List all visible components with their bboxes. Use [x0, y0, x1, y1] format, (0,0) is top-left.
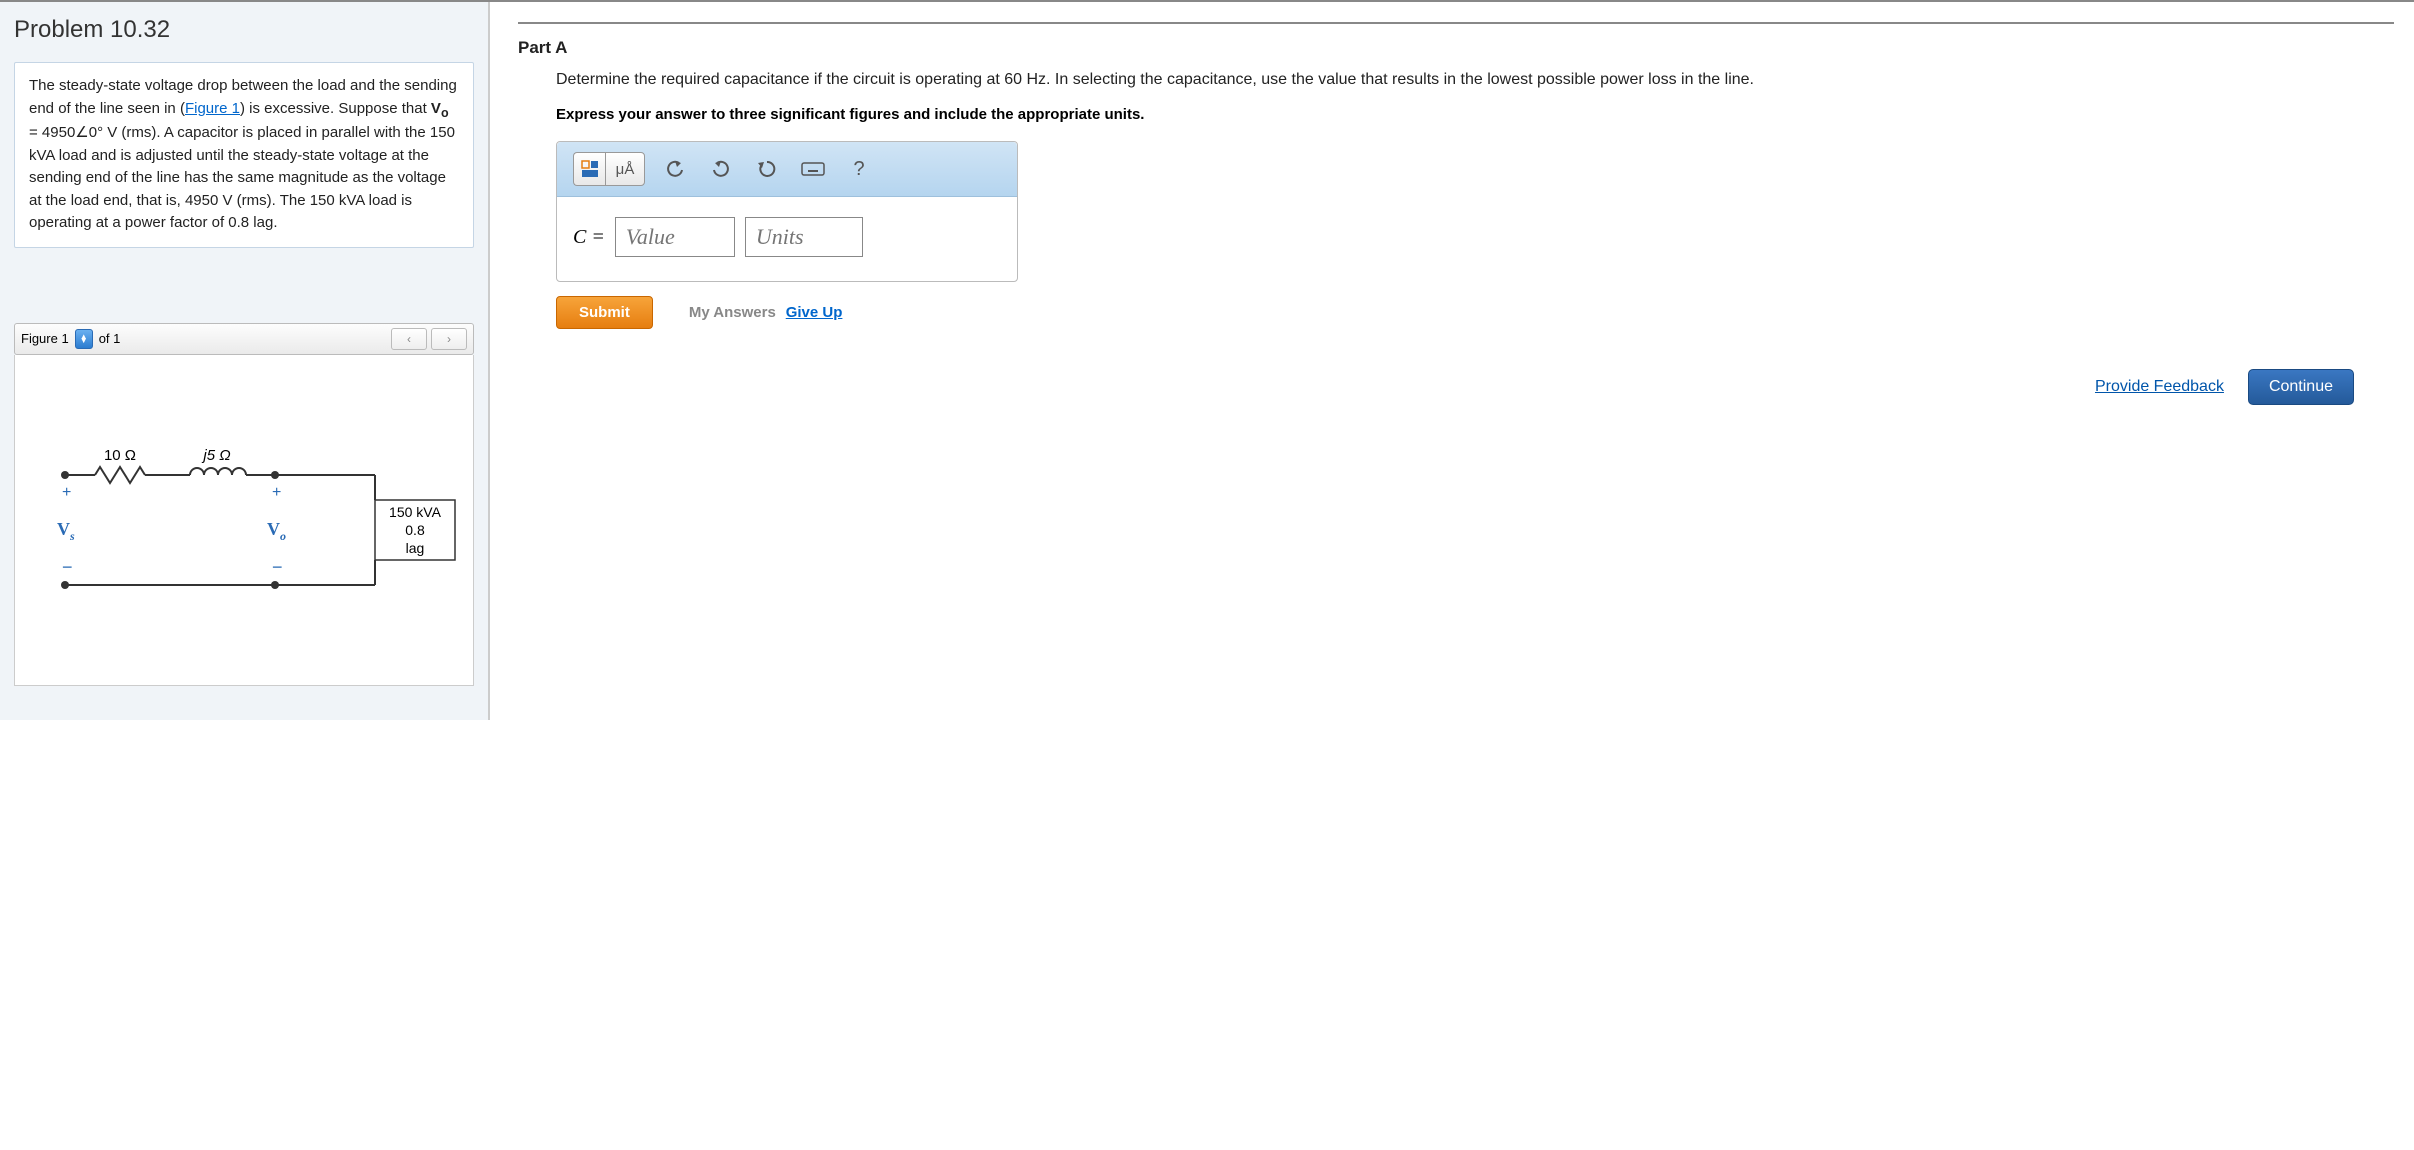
- vo-eq: = 4950∠0° V (rms): [29, 124, 156, 141]
- undo-icon[interactable]: [659, 153, 691, 185]
- part-a-question: Determine the required capacitance if th…: [556, 68, 2394, 92]
- divider: [518, 22, 2394, 24]
- figure-link[interactable]: Figure 1: [185, 100, 240, 117]
- answer-input-row: C =: [557, 197, 1017, 281]
- vo-label: Vo: [267, 519, 286, 543]
- figure-toolbar: Figure 1 ▲▼ of 1 ‹ ›: [14, 323, 474, 355]
- load-kva: 150 kVA: [389, 504, 442, 520]
- part-a-instruction: Express your answer to three significant…: [556, 106, 2394, 123]
- continue-button[interactable]: Continue: [2248, 369, 2354, 405]
- problem-title: Problem 10.32: [14, 16, 474, 44]
- load-lag: lag: [406, 540, 425, 556]
- reset-icon[interactable]: [751, 153, 783, 185]
- keyboard-icon[interactable]: [797, 153, 829, 185]
- figure-area: 150 kVA 0.8 lag 10 Ω j5 Ω + Vs − + Vo −: [14, 355, 474, 686]
- svg-text:+: +: [62, 484, 71, 501]
- variable-label: C =: [573, 226, 605, 249]
- left-panel: Problem 10.32 The steady-state voltage d…: [0, 2, 490, 720]
- right-panel: Part A Determine the required capacitanc…: [490, 2, 2414, 720]
- part-a-title: Part A: [518, 38, 2394, 58]
- vo-expr: V: [431, 100, 441, 117]
- figure-of-text: of 1: [99, 331, 121, 346]
- circuit-diagram: 150 kVA 0.8 lag 10 Ω j5 Ω + Vs − + Vo −: [25, 445, 465, 605]
- problem-statement: The steady-state voltage drop between th…: [14, 62, 474, 248]
- footer-row: Provide Feedback Continue: [518, 369, 2394, 405]
- resistor-label: 10 Ω: [104, 447, 136, 464]
- figure-stepper[interactable]: ▲▼: [75, 329, 93, 349]
- svg-text:+: +: [272, 484, 281, 501]
- submit-button[interactable]: Submit: [556, 296, 653, 329]
- load-pf: 0.8: [405, 522, 425, 538]
- units-input[interactable]: [745, 217, 863, 257]
- give-up-link[interactable]: Give Up: [786, 304, 843, 321]
- inductor-label: j5 Ω: [201, 447, 230, 464]
- svg-text:−: −: [272, 557, 283, 577]
- units-button[interactable]: μÅ: [605, 152, 645, 186]
- redo-icon[interactable]: [705, 153, 737, 185]
- my-answers-label: My Answers: [689, 304, 776, 321]
- vs-label: Vs: [57, 519, 75, 543]
- provide-feedback-link[interactable]: Provide Feedback: [2095, 378, 2224, 396]
- template-icon[interactable]: [573, 152, 605, 186]
- answer-toolbar: μÅ ?: [557, 142, 1017, 197]
- vo-sub: o: [441, 106, 449, 120]
- figure-prev-button[interactable]: ‹: [391, 328, 427, 350]
- problem-text-mid: ) is excessive. Suppose that: [240, 100, 431, 117]
- figure-next-button[interactable]: ›: [431, 328, 467, 350]
- answer-box: μÅ ? C =: [556, 141, 1018, 282]
- help-icon[interactable]: ?: [843, 153, 875, 185]
- submit-row: Submit My Answers Give Up: [556, 296, 2394, 329]
- value-input[interactable]: [615, 217, 735, 257]
- figure-label: Figure 1: [21, 331, 69, 346]
- svg-text:−: −: [62, 557, 73, 577]
